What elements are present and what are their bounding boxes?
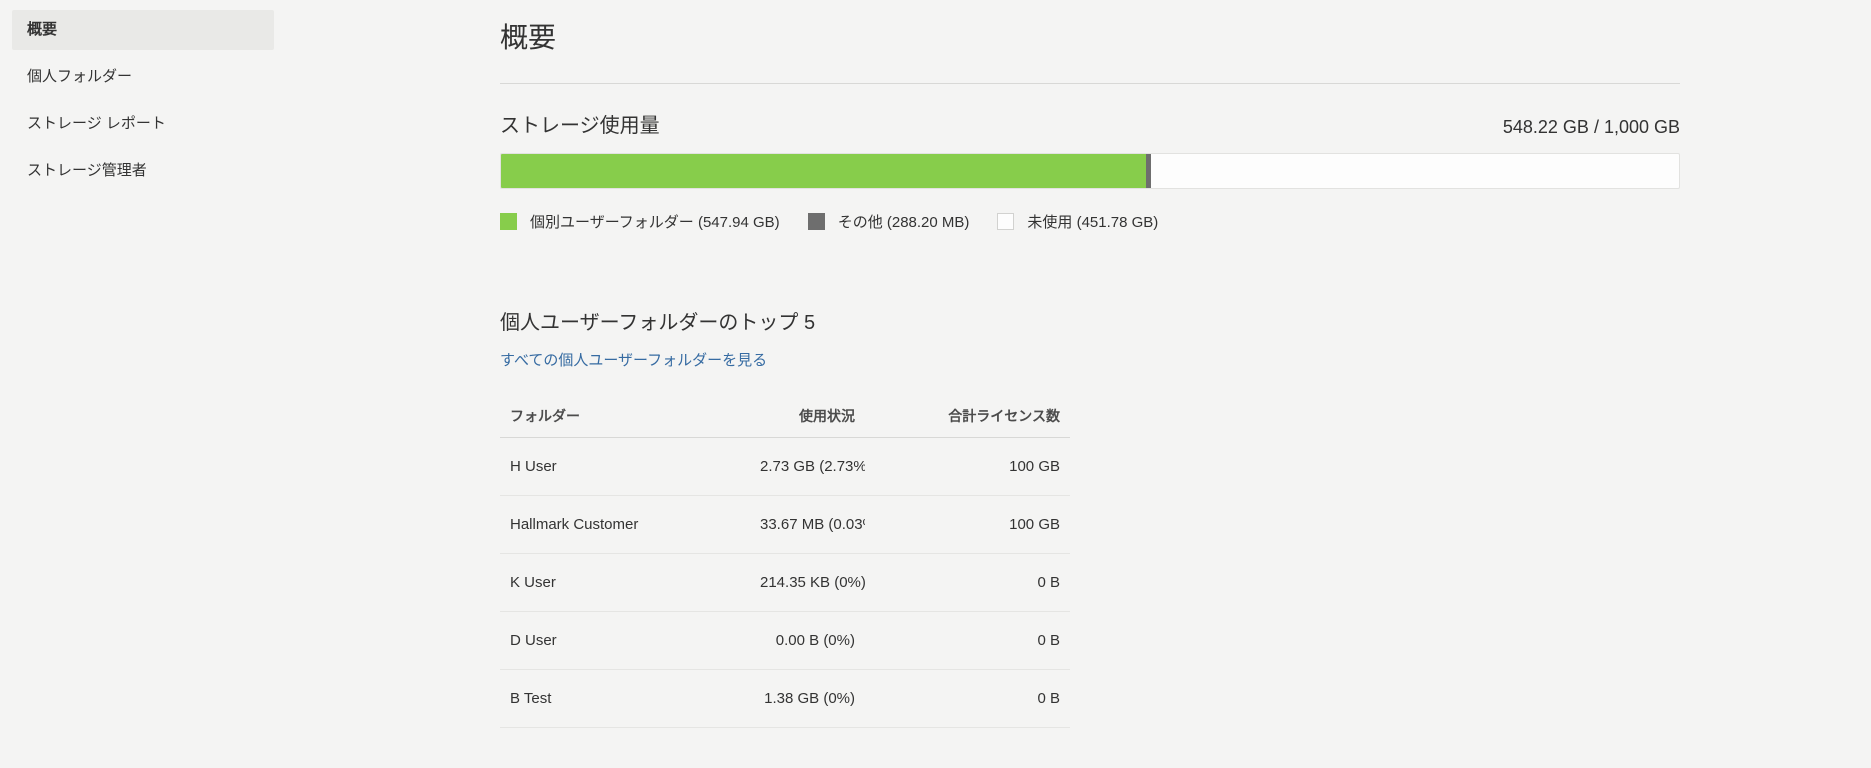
sidebar-item-storage-admins[interactable]: ストレージ管理者 xyxy=(12,151,274,191)
folder-name-cell: Hallmark Customer xyxy=(500,495,750,554)
folder-name-cell: H User xyxy=(500,437,750,496)
column-header-total-licenses: 合計ライセンス数 xyxy=(865,400,1070,438)
table-row: K User 214.35 KB (0%) 0 B xyxy=(500,553,1070,612)
top-folders-table: フォルダー 使用状況 合計ライセンス数 H User 2.73 GB (2.73… xyxy=(500,400,1070,728)
legend-label-other: その他 (288.20 MB) xyxy=(837,214,970,231)
legend-item-other: その他 (288.20 MB) xyxy=(807,211,970,232)
usage-cell: 33.67 MB (0.03%) xyxy=(750,495,865,554)
column-header-folder: フォルダー xyxy=(500,400,750,438)
column-header-usage: 使用状況 xyxy=(750,400,865,438)
legend-item-user-folders: 個別ユーザーフォルダー (547.94 GB) xyxy=(500,211,780,232)
storage-usage-bar xyxy=(500,153,1680,189)
bar-other-segment xyxy=(1146,154,1151,188)
licenses-cell: 100 GB xyxy=(865,495,1070,554)
view-all-folders-link[interactable]: すべての個人ユーザーフォルダーを見る xyxy=(500,349,767,370)
table-row: D User 0.00 B (0%) 0 B xyxy=(500,611,1070,670)
legend-item-unused: 未使用 (451.78 GB) xyxy=(997,211,1158,232)
usage-cell: 2.73 GB (2.73%) xyxy=(750,437,865,496)
title-divider xyxy=(500,83,1680,84)
sidebar-item-personal-folders[interactable]: 個人フォルダー xyxy=(12,57,274,97)
legend-swatch-other xyxy=(807,213,825,230)
licenses-cell: 100 GB xyxy=(865,437,1070,496)
sidebar-item-storage-reports[interactable]: ストレージ レポート xyxy=(12,104,274,144)
licenses-cell: 0 B xyxy=(865,553,1070,612)
usage-cell: 0.00 B (0%) xyxy=(750,611,865,670)
top-folders-heading: 個人ユーザーフォルダーのトップ 5 xyxy=(500,312,816,334)
legend-label-unused: 未使用 (451.78 GB) xyxy=(1027,214,1159,231)
legend-swatch-user-folders xyxy=(500,213,517,230)
storage-usage-header: ストレージ使用量 548.22 GB / 1,000 GB xyxy=(500,109,1680,138)
page-title: 概要 xyxy=(500,22,557,53)
legend-label-user-folders: 個別ユーザーフォルダー (547.94 GB) xyxy=(530,214,780,231)
main-content: 概要 ストレージ使用量 548.22 GB / 1,000 GB 個別ユーザーフ… xyxy=(500,0,1680,728)
usage-legend: 個別ユーザーフォルダー (547.94 GB) その他 (288.20 MB) … xyxy=(500,211,1680,232)
folder-name-cell: K User xyxy=(500,553,750,612)
table-row: B Test 1.38 GB (0%) 0 B xyxy=(500,669,1070,728)
storage-usage-heading: ストレージ使用量 xyxy=(500,115,660,137)
table-header-row: フォルダー 使用状況 合計ライセンス数 xyxy=(500,400,1070,438)
usage-cell: 214.35 KB (0%) xyxy=(750,553,865,612)
usage-cell: 1.38 GB (0%) xyxy=(750,669,865,728)
table-row: H User 2.73 GB (2.73%) 100 GB xyxy=(500,437,1070,496)
folder-name-cell: B Test xyxy=(500,669,750,728)
bar-user-folders-segment xyxy=(501,154,1147,188)
storage-usage-summary: 548.22 GB / 1,000 GB xyxy=(1502,117,1680,137)
folder-name-cell: D User xyxy=(500,611,750,670)
licenses-cell: 0 B xyxy=(865,669,1070,728)
sidebar-item-overview[interactable]: 概要 xyxy=(12,10,274,50)
licenses-cell: 0 B xyxy=(865,611,1070,670)
legend-swatch-unused xyxy=(997,213,1015,230)
sidebar: 概要 個人フォルダー ストレージ レポート ストレージ管理者 xyxy=(12,10,274,198)
table-row: Hallmark Customer 33.67 MB (0.03%) 100 G… xyxy=(500,495,1070,554)
